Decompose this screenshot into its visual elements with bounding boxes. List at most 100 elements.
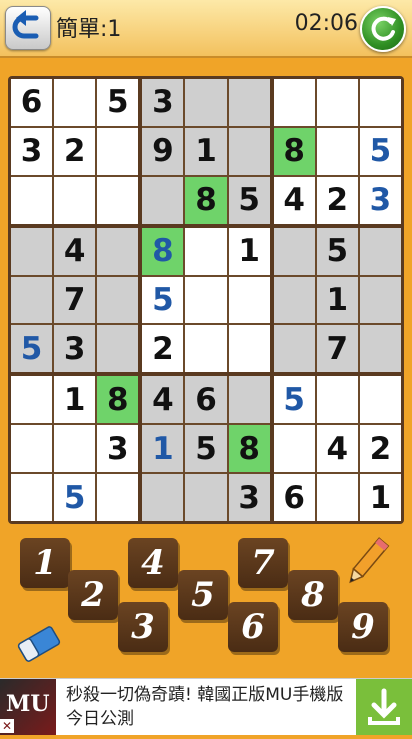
number-key-1[interactable]: 1 — [20, 538, 70, 588]
sudoku-cell[interactable] — [316, 376, 358, 424]
number-key-5[interactable]: 5 — [178, 570, 228, 620]
sudoku-cell[interactable]: 5 — [97, 79, 139, 126]
sudoku-cell[interactable]: 3 — [97, 425, 139, 473]
ad-thumbnail[interactable]: MU ✕ — [0, 679, 56, 735]
sudoku-cell[interactable] — [142, 176, 184, 224]
sudoku-cell[interactable]: 2 — [359, 425, 401, 473]
sudoku-cell[interactable] — [185, 227, 227, 275]
sudoku-cell[interactable]: 3 — [228, 474, 270, 521]
sudoku-cell[interactable]: 6 — [185, 376, 227, 424]
number-key-7[interactable]: 7 — [238, 538, 288, 588]
sudoku-cell[interactable]: 5 — [54, 474, 96, 521]
sudoku-cell[interactable]: 2 — [316, 176, 358, 224]
sudoku-cell[interactable] — [359, 376, 401, 424]
sudoku-cell[interactable]: 4 — [54, 227, 96, 275]
sudoku-cell[interactable]: 3 — [11, 127, 53, 175]
sudoku-cell[interactable]: 6 — [11, 79, 53, 126]
sudoku-cell[interactable]: 8 — [142, 227, 184, 275]
sudoku-box: 8152 — [142, 227, 270, 373]
sudoku-cell[interactable] — [359, 325, 401, 373]
sudoku-cell[interactable]: 4 — [316, 425, 358, 473]
eraser-icon[interactable] — [14, 622, 64, 666]
sudoku-cell[interactable]: 9 — [142, 127, 184, 175]
sudoku-cell[interactable] — [97, 227, 139, 275]
number-key-8[interactable]: 8 — [288, 570, 338, 620]
sudoku-cell[interactable]: 5 — [273, 376, 315, 424]
sudoku-cell[interactable] — [273, 79, 315, 126]
sudoku-cell[interactable]: 8 — [97, 376, 139, 424]
sudoku-cell[interactable]: 4 — [142, 376, 184, 424]
sudoku-cell[interactable]: 3 — [142, 79, 184, 126]
sudoku-cell[interactable] — [11, 425, 53, 473]
sudoku-cell[interactable]: 5 — [11, 325, 53, 373]
sudoku-cell[interactable] — [11, 376, 53, 424]
sudoku-cell[interactable]: 5 — [316, 227, 358, 275]
sudoku-cell[interactable] — [316, 79, 358, 126]
sudoku-cell[interactable] — [185, 325, 227, 373]
sudoku-cell[interactable]: 1 — [359, 474, 401, 521]
sudoku-cell[interactable] — [359, 79, 401, 126]
number-key-2[interactable]: 2 — [68, 570, 118, 620]
number-key-9[interactable]: 9 — [338, 602, 388, 652]
sudoku-cell[interactable]: 8 — [273, 127, 315, 175]
sudoku-cell[interactable] — [97, 325, 139, 373]
sudoku-cell[interactable]: 2 — [142, 325, 184, 373]
sudoku-cell[interactable] — [11, 276, 53, 324]
sudoku-cell[interactable] — [11, 227, 53, 275]
sudoku-cell[interactable] — [11, 176, 53, 224]
sudoku-cell[interactable]: 4 — [273, 176, 315, 224]
sudoku-cell[interactable] — [228, 325, 270, 373]
sudoku-cell[interactable] — [228, 376, 270, 424]
sudoku-cell[interactable] — [54, 79, 96, 126]
sudoku-cell[interactable] — [185, 79, 227, 126]
sudoku-cell[interactable] — [273, 276, 315, 324]
sudoku-cell[interactable]: 7 — [54, 276, 96, 324]
sudoku-cell[interactable] — [185, 276, 227, 324]
sudoku-cell[interactable]: 1 — [228, 227, 270, 275]
back-button[interactable] — [5, 6, 51, 50]
sudoku-cell[interactable]: 8 — [228, 425, 270, 473]
number-key-3[interactable]: 3 — [118, 602, 168, 652]
number-key-6[interactable]: 6 — [228, 602, 278, 652]
sudoku-cell[interactable]: 1 — [54, 376, 96, 424]
sudoku-cell[interactable] — [316, 127, 358, 175]
sudoku-cell[interactable] — [273, 227, 315, 275]
sudoku-cell[interactable] — [228, 276, 270, 324]
sudoku-cell[interactable]: 2 — [54, 127, 96, 175]
sudoku-cell[interactable] — [359, 276, 401, 324]
sudoku-cell[interactable]: 8 — [185, 176, 227, 224]
sudoku-cell[interactable] — [142, 474, 184, 521]
sudoku-cell[interactable] — [97, 276, 139, 324]
sudoku-cell[interactable] — [11, 474, 53, 521]
sudoku-cell[interactable]: 5 — [359, 127, 401, 175]
sudoku-cell[interactable]: 5 — [185, 425, 227, 473]
sudoku-cell[interactable] — [185, 474, 227, 521]
ad-download-button[interactable] — [356, 679, 412, 735]
confirm-button[interactable] — [360, 6, 406, 52]
sudoku-cell[interactable]: 5 — [228, 176, 270, 224]
sudoku-cell[interactable]: 1 — [185, 127, 227, 175]
sudoku-cell[interactable] — [316, 474, 358, 521]
sudoku-cell[interactable]: 3 — [54, 325, 96, 373]
sudoku-cell[interactable] — [97, 176, 139, 224]
sudoku-cell[interactable] — [273, 425, 315, 473]
ad-banner[interactable]: MU ✕ 秒殺一切偽奇蹟! 韓國正版MU手機版今日公測 — [0, 678, 412, 735]
sudoku-cell[interactable] — [228, 79, 270, 126]
ad-close-icon[interactable]: ✕ — [0, 719, 14, 733]
sudoku-cell[interactable]: 5 — [142, 276, 184, 324]
sudoku-cell[interactable]: 1 — [142, 425, 184, 473]
sudoku-cell[interactable] — [97, 474, 139, 521]
sudoku-cell[interactable] — [228, 127, 270, 175]
sudoku-cell[interactable] — [273, 325, 315, 373]
sudoku-cell[interactable] — [54, 425, 96, 473]
sudoku-cell[interactable]: 3 — [359, 176, 401, 224]
sudoku-cell[interactable]: 1 — [316, 276, 358, 324]
sudoku-cell[interactable]: 6 — [273, 474, 315, 521]
ad-text[interactable]: 秒殺一切偽奇蹟! 韓國正版MU手機版今日公測 — [66, 683, 356, 731]
sudoku-cell[interactable] — [359, 227, 401, 275]
pencil-icon[interactable] — [342, 534, 392, 590]
sudoku-cell[interactable] — [54, 176, 96, 224]
sudoku-cell[interactable] — [97, 127, 139, 175]
sudoku-cell[interactable]: 7 — [316, 325, 358, 373]
number-key-4[interactable]: 4 — [128, 538, 178, 588]
